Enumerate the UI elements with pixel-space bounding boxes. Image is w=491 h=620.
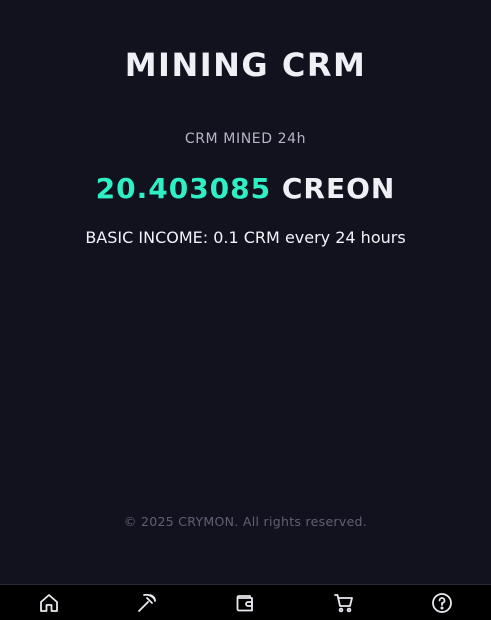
nav-help[interactable] (422, 585, 462, 620)
mining-screen: MINING CRM CRM MINED 24h 20.403085 CREON… (0, 0, 491, 620)
bottom-nav (0, 584, 491, 620)
nav-cart[interactable] (324, 585, 364, 620)
pickaxe-icon (138, 593, 157, 612)
help-icon (431, 592, 452, 613)
cart-icon (333, 593, 353, 612)
home-icon (40, 593, 58, 612)
mined-amount-value: 20.403085 (95, 172, 272, 205)
mined-label: CRM MINED 24h (184, 131, 307, 147)
copyright-text: © 2025 CRYMON. All rights reserved. (123, 514, 368, 529)
mined-amount-unit: CREON (281, 172, 396, 205)
page-title: MINING CRM (124, 46, 367, 84)
nav-mining[interactable] (127, 585, 167, 620)
income-text: BASIC INCOME: 0.1 CRM every 24 hours (85, 228, 406, 247)
nav-home[interactable] (29, 585, 69, 620)
nav-wallet[interactable] (225, 585, 265, 620)
mined-amount: 20.403085 CREON (0, 172, 491, 205)
wallet-icon (237, 594, 254, 611)
